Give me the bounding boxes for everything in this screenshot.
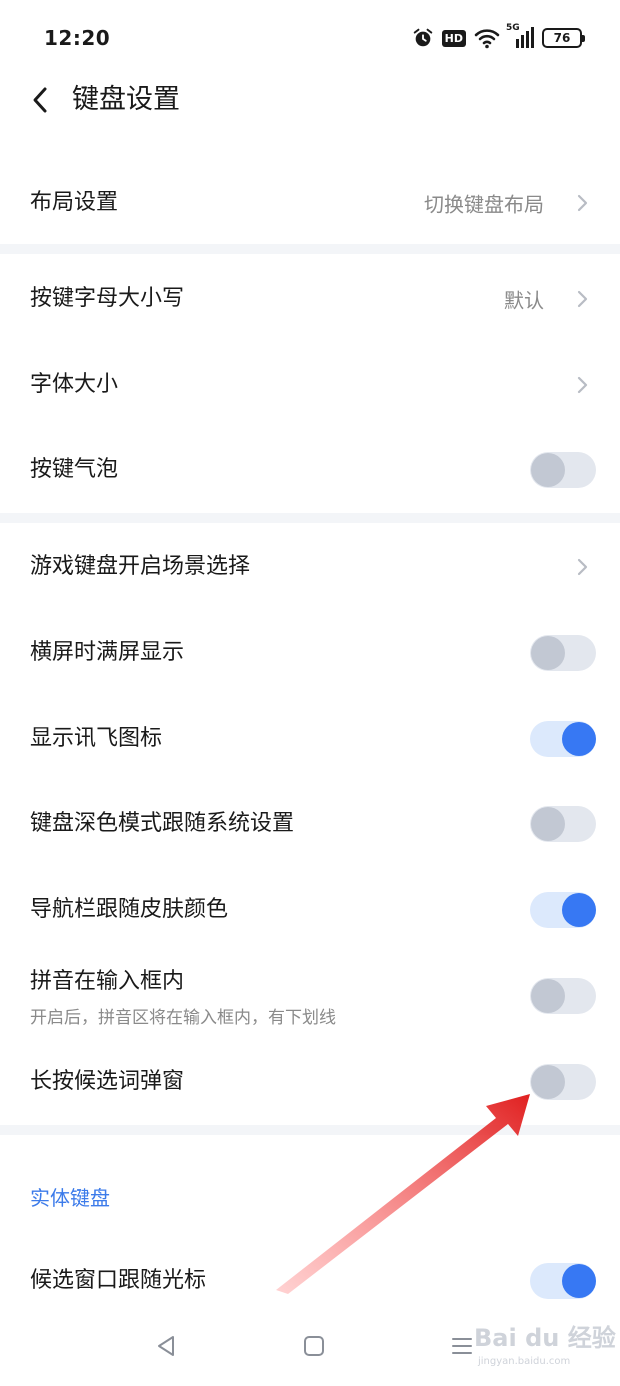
status-bar: 12:20 HD 5G 76	[0, 0, 620, 76]
section-divider	[0, 1125, 620, 1135]
setting-landscape-full-label: 横屏时满屏显示	[30, 640, 185, 665]
setting-pinyin-in-input: 拼音在输入框内 开启后，拼音区将在输入框内，有下划线	[0, 953, 620, 1039]
landscape-full-toggle[interactable]	[530, 635, 596, 671]
section-divider	[0, 244, 620, 254]
setting-layout[interactable]: 布局设置 切换键盘布局	[0, 160, 620, 246]
dark-mode-follow-toggle[interactable]	[530, 806, 596, 842]
battery-level: 76	[553, 31, 571, 45]
setting-nav-bar-skin-label: 导航栏跟随皮肤颜色	[30, 897, 229, 922]
key-bubble-toggle[interactable]	[530, 452, 596, 488]
alarm-icon	[413, 28, 432, 47]
triangle-back-icon	[158, 1336, 174, 1356]
back-button[interactable]	[22, 82, 58, 118]
watermark-url: jingyan.baidu.com	[478, 1356, 571, 1367]
pinyin-in-input-toggle[interactable]	[530, 978, 596, 1014]
chevron-right-icon	[577, 290, 588, 308]
setting-key-bubble-label: 按键气泡	[30, 457, 119, 482]
cellular-signal-icon: 5G	[506, 23, 534, 49]
setting-key-case-label: 按键字母大小写	[30, 286, 185, 311]
setting-dark-mode-follow: 键盘深色模式跟随系统设置	[0, 781, 620, 867]
setting-pinyin-in-input-label: 拼音在输入框内	[30, 969, 185, 994]
show-iflytek-icon-toggle[interactable]	[530, 721, 596, 757]
section-divider	[0, 513, 620, 523]
chevron-right-icon	[577, 194, 588, 212]
wifi-icon	[474, 29, 500, 49]
setting-show-iflytek-icon: 显示讯飞图标	[0, 696, 620, 782]
setting-pinyin-in-input-description: 开启后，拼音区将在输入框内，有下划线	[30, 1008, 336, 1028]
status-icons: HD 5G 76	[412, 23, 585, 52]
setting-layout-value: 切换键盘布局	[424, 192, 544, 217]
battery-icon: 76	[542, 28, 585, 48]
nav-home-button[interactable]	[298, 1330, 330, 1362]
setting-show-iflytek-icon-label: 显示讯飞图标	[30, 726, 163, 751]
chevron-right-icon	[577, 376, 588, 394]
setting-game-keyboard[interactable]: 游戏键盘开启场景选择	[0, 524, 620, 610]
hd-badge: HD	[441, 29, 466, 47]
setting-long-press-popup: 长按候选词弹窗	[0, 1039, 620, 1125]
setting-dark-mode-follow-label: 键盘深色模式跟随系统设置	[30, 811, 295, 836]
candidate-follow-cursor-toggle[interactable]	[530, 1263, 596, 1299]
chevron-left-icon	[33, 87, 47, 113]
setting-candidate-follow-cursor-label: 候选窗口跟随光标	[30, 1268, 207, 1293]
section-title-physical-keyboard: 实体键盘	[30, 1186, 110, 1210]
setting-layout-label: 布局设置	[30, 190, 119, 215]
long-press-popup-toggle[interactable]	[530, 1064, 596, 1100]
page-title: 键盘设置	[72, 84, 180, 115]
setting-long-press-popup-label: 长按候选词弹窗	[30, 1069, 185, 1094]
setting-font-size-label: 字体大小	[30, 372, 119, 397]
chevron-right-icon	[577, 558, 588, 576]
setting-key-case-value: 默认	[504, 288, 544, 313]
setting-landscape-full: 横屏时满屏显示	[0, 610, 620, 696]
menu-recents-icon	[452, 1338, 472, 1354]
watermark-logo: Bai du 经验	[474, 1324, 616, 1352]
square-home-icon	[304, 1336, 324, 1356]
header: 键盘设置	[0, 76, 620, 146]
setting-nav-bar-skin: 导航栏跟随皮肤颜色	[0, 867, 620, 953]
nav-back-button[interactable]	[150, 1330, 182, 1362]
setting-key-bubble: 按键气泡	[0, 427, 620, 513]
setting-font-size[interactable]: 字体大小	[0, 342, 620, 428]
setting-game-keyboard-label: 游戏键盘开启场景选择	[30, 554, 251, 579]
network-type: 5G	[506, 23, 520, 33]
status-time: 12:20	[44, 26, 111, 50]
setting-key-case[interactable]: 按键字母大小写 默认	[0, 256, 620, 342]
nav-bar-skin-toggle[interactable]	[530, 892, 596, 928]
